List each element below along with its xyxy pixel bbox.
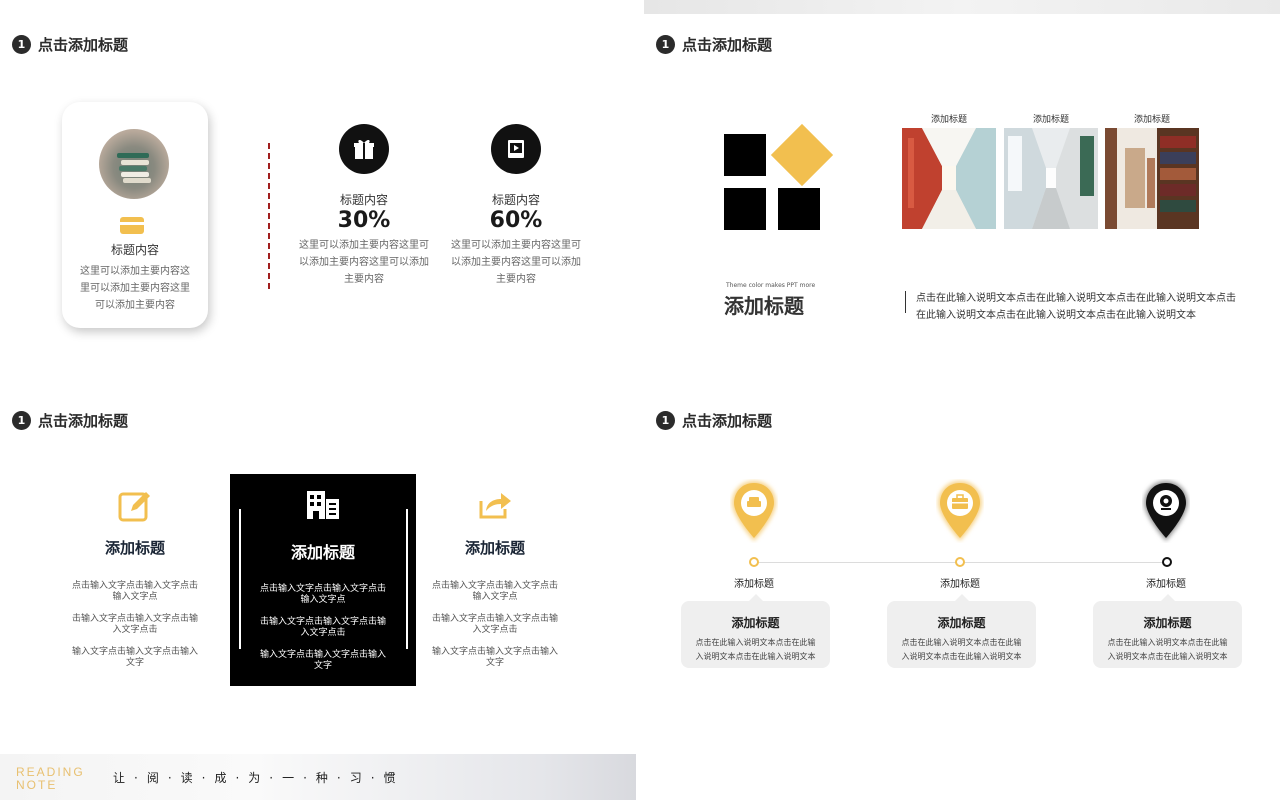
column-text[interactable]: 输入文字点击输入文字点击输入文字 xyxy=(259,650,387,672)
map-pin xyxy=(936,479,984,543)
info-title[interactable]: 添加标题 xyxy=(887,614,1036,631)
library-photo xyxy=(1105,128,1199,229)
motto-text: 让·阅·读·成·为·一·种·习·惯 xyxy=(113,769,405,786)
note-line: NOTE xyxy=(16,778,58,792)
info-box: 添加标题 点击在此输入说明文本点击在此输入说明文本点击在此输入说明文本 xyxy=(1093,594,1242,668)
column-text[interactable]: 击输入文字点击输入文字点击输入文字点击 xyxy=(71,614,199,636)
heading-title[interactable]: 点击添加标题 xyxy=(38,34,128,55)
info-box: 添加标题 点击在此输入说明文本点击在此输入说明文本点击在此输入说明文本 xyxy=(887,594,1036,668)
white-rule xyxy=(239,509,241,649)
stat-value[interactable]: 30% xyxy=(299,208,429,234)
column-text[interactable]: 输入文字点击输入文字点击输入文字 xyxy=(431,647,559,669)
building-icon xyxy=(305,487,341,523)
timeline-dot xyxy=(1162,557,1172,567)
photo-label[interactable]: 添加标题 xyxy=(1105,112,1199,125)
slide-3: 1 点击添加标题 添加标题 点击输入文字点击输入文字点击输入文字点 击输入文字点… xyxy=(0,376,636,800)
reading-note-logo: READING NOTE xyxy=(16,766,85,792)
stat-desc[interactable]: 这里可以添加主要内容这里可以添加主要内容这里可以添加主要内容 xyxy=(299,237,429,288)
sofa-icon xyxy=(747,497,761,507)
feature-column-highlight: 添加标题 点击输入文字点击输入文字点击输入文字点 击输入文字点击输入文字点击输入… xyxy=(230,474,416,686)
edit-icon xyxy=(117,487,153,523)
gift-icon xyxy=(339,124,389,174)
column-text[interactable]: 点击输入文字点击输入文字点击输入文字点 xyxy=(431,581,559,603)
timeline-label[interactable]: 添加标题 xyxy=(704,575,804,590)
column-text[interactable]: 点击输入文字点击输入文字点击输入文字点 xyxy=(259,584,387,606)
profile-card: 标题内容 这里可以添加主要内容这里可以添加主要内容这里可以添加主要内容 xyxy=(62,102,208,328)
photo-label[interactable]: 添加标题 xyxy=(1004,112,1098,125)
column-text[interactable]: 点击输入文字点击输入文字点击输入文字点 xyxy=(71,581,199,603)
stat-label[interactable]: 标题内容 xyxy=(451,191,581,208)
stat-label[interactable]: 标题内容 xyxy=(299,191,429,208)
slide-4: 1 点击添加标题 添加标题 添加标题 点击在此输入说明文本点击在此输入说明文本点… xyxy=(644,376,1280,800)
yellow-diamond xyxy=(770,123,834,187)
stat-item: 标题内容 60% 这里可以添加主要内容这里可以添加主要内容这里可以添加主要内容 xyxy=(451,124,581,288)
heading-title[interactable]: 点击添加标题 xyxy=(38,410,128,431)
map-pin xyxy=(730,479,778,543)
photo-label[interactable]: 添加标题 xyxy=(902,112,996,125)
info-body[interactable]: 点击在此输入说明文本点击在此输入说明文本点击在此输入说明文本 xyxy=(887,636,1036,664)
slide-2: 1 点击添加标题 添加标题 添加标题 添加标题 Theme color make… xyxy=(644,0,1280,366)
info-body[interactable]: 点击在此输入说明文本点击在此输入说明文本点击在此输入说明文本 xyxy=(1093,636,1242,664)
share-icon xyxy=(477,487,513,523)
column-text[interactable]: 击输入文字点击输入文字点击输入文字点击 xyxy=(259,617,387,639)
dashed-divider xyxy=(268,143,270,289)
info-body[interactable]: 点击在此输入说明文本点击在此输入说明文本点击在此输入说明文本 xyxy=(681,636,830,664)
slide-heading: 1 点击添加标题 xyxy=(12,410,128,431)
section-title[interactable]: 添加标题 xyxy=(724,290,804,319)
column-text[interactable]: 输入文字点击输入文字点击输入文字 xyxy=(71,647,199,669)
column-text[interactable]: 击输入文字点击输入文字点击输入文字点击 xyxy=(431,614,559,636)
heading-title[interactable]: 点击添加标题 xyxy=(682,34,772,55)
corridor-photo xyxy=(1004,128,1098,229)
text-bar xyxy=(905,291,906,313)
theme-caption[interactable]: Theme color makes PPT more xyxy=(726,282,815,289)
heading-number-badge: 1 xyxy=(12,411,31,430)
info-box: 添加标题 点击在此输入说明文本点击在此输入说明文本点击在此输入说明文本 xyxy=(681,594,830,668)
column-title[interactable]: 添加标题 xyxy=(42,537,228,558)
info-title[interactable]: 添加标题 xyxy=(1093,614,1242,631)
slide-heading: 1 点击添加标题 xyxy=(656,34,772,55)
slide-heading: 1 点击添加标题 xyxy=(656,410,772,431)
heading-title[interactable]: 点击添加标题 xyxy=(682,410,772,431)
black-square xyxy=(724,134,766,176)
black-square xyxy=(778,188,820,230)
heading-number-badge: 1 xyxy=(12,35,31,54)
timeline-dot xyxy=(955,557,965,567)
slide-heading: 1 点击添加标题 xyxy=(12,34,128,55)
map-pin xyxy=(1142,479,1190,543)
reading-banner: READING NOTE 让·阅·读·成·为·一·种·习·惯 xyxy=(0,754,636,800)
card-icon xyxy=(120,217,144,234)
section-body[interactable]: 点击在此输入说明文本点击在此输入说明文本点击在此输入说明文本点击在此输入说明文本… xyxy=(916,290,1242,324)
black-square xyxy=(724,188,766,230)
column-title[interactable]: 添加标题 xyxy=(230,539,416,563)
feature-column: 添加标题 点击输入文字点击输入文字点击输入文字点 击输入文字点击输入文字点击输入… xyxy=(42,474,228,686)
stat-desc[interactable]: 这里可以添加主要内容这里可以添加主要内容这里可以添加主要内容 xyxy=(451,237,581,288)
heading-number-badge: 1 xyxy=(656,35,675,54)
column-title[interactable]: 添加标题 xyxy=(402,537,588,558)
book-icon xyxy=(491,124,541,174)
slide-1: 1 点击添加标题 标题内容 这里可以添加主要内容这里可以添加主要内容这里可以添加… xyxy=(0,0,636,366)
stat-item: 标题内容 30% 这里可以添加主要内容这里可以添加主要内容这里可以添加主要内容 xyxy=(299,124,429,288)
stat-value[interactable]: 60% xyxy=(451,208,581,234)
timeline-label[interactable]: 添加标题 xyxy=(1116,575,1216,590)
hallway-photo xyxy=(902,128,996,229)
timeline-label[interactable]: 添加标题 xyxy=(910,575,1010,590)
feature-column: 添加标题 点击输入文字点击输入文字点击输入文字点 击输入文字点击输入文字点击输入… xyxy=(402,474,588,686)
top-strip xyxy=(644,0,1280,14)
heading-number-badge: 1 xyxy=(656,411,675,430)
card-title[interactable]: 标题内容 xyxy=(62,241,208,258)
card-body[interactable]: 这里可以添加主要内容这里可以添加主要内容这里可以添加主要内容 xyxy=(76,263,194,314)
info-title[interactable]: 添加标题 xyxy=(681,614,830,631)
motto[interactable]: 让·阅·读·成·为·一·种·习·惯 xyxy=(113,769,405,786)
timeline-dot xyxy=(749,557,759,567)
book-stack-photo xyxy=(99,129,169,199)
